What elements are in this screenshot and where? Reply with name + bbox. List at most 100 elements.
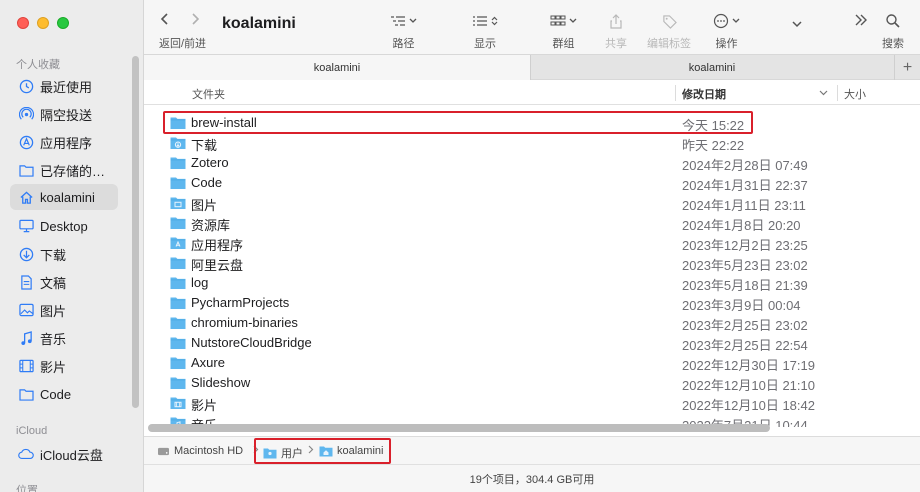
- file-row[interactable]: Axure 2022年12月30日 17:19: [160, 353, 920, 373]
- file-row[interactable]: Slideshow 2022年12月10日 21:10: [160, 373, 920, 393]
- sidebar-item-desktop[interactable]: Desktop: [10, 213, 118, 239]
- column-modified[interactable]: 修改日期: [682, 86, 726, 102]
- back-button[interactable]: [160, 12, 170, 31]
- desktop-icon: [18, 218, 34, 234]
- sidebar: 个人收藏 最近使用 隔空投送 应用程序 已存储的… koalamini Desk…: [0, 0, 144, 492]
- sidebar-item-music[interactable]: 音乐: [10, 325, 118, 351]
- file-row[interactable]: Zotero 2024年2月28日 07:49: [160, 153, 920, 173]
- file-date: 2023年3月9日 00:04: [682, 298, 801, 313]
- sidebar-item-documents[interactable]: 文稿: [10, 269, 118, 295]
- column-name[interactable]: 文件夹: [192, 86, 225, 102]
- file-name: Code: [191, 175, 223, 190]
- clock-icon: [18, 78, 34, 94]
- folder-icon: [170, 356, 186, 373]
- horizontal-scrollbar[interactable]: [148, 424, 770, 432]
- nav-label: 返回/前进: [159, 38, 207, 50]
- tab-koalamini-2[interactable]: koalamini: [531, 55, 893, 80]
- photo-folder-icon: [170, 196, 186, 213]
- window-title: koalamini: [222, 15, 296, 32]
- zoom-window-button[interactable]: [57, 17, 69, 29]
- file-name: Zotero: [191, 155, 229, 170]
- nav-buttons: [160, 12, 200, 31]
- file-row[interactable]: PycharmProjects 2023年3月9日 00:04: [160, 293, 920, 313]
- file-row[interactable]: Code 2024年1月31日 22:37: [160, 173, 920, 193]
- sidebar-section-icloud: iCloud: [16, 425, 48, 437]
- file-row[interactable]: 图片 2024年1月11日 23:11: [160, 193, 920, 213]
- path-button[interactable]: 路径: [390, 12, 417, 51]
- search-icon: [886, 12, 900, 30]
- sidebar-item-home[interactable]: koalamini: [10, 184, 118, 210]
- file-row[interactable]: 应用程序 2023年12月2日 23:25: [160, 233, 920, 253]
- minimize-window-button[interactable]: [37, 17, 49, 29]
- file-row[interactable]: 下载 昨天 22:22: [160, 133, 920, 153]
- document-icon: [18, 274, 34, 290]
- action-button[interactable]: 操作: [713, 12, 740, 51]
- file-date: 2024年2月28日 07:49: [682, 158, 808, 173]
- sidebar-item-applications[interactable]: 应用程序: [10, 129, 118, 155]
- home-icon: [18, 189, 34, 205]
- tab-koalamini-1[interactable]: koalamini: [144, 55, 530, 80]
- file-date: 2023年2月25日 22:54: [682, 338, 808, 353]
- sidebar-item-downloads[interactable]: 下载: [10, 241, 118, 267]
- finder-window: 个人收藏 最近使用 隔空投送 应用程序 已存储的… koalamini Desk…: [0, 0, 920, 492]
- column-divider[interactable]: [837, 85, 838, 101]
- file-name: 阿里云盘: [191, 258, 244, 273]
- file-row[interactable]: 影片 2022年12月10日 18:42: [160, 393, 920, 413]
- highlight-path: [254, 438, 391, 464]
- sidebar-item-code[interactable]: Code: [10, 381, 118, 407]
- file-row[interactable]: 资源库 2024年1月8日 20:20: [160, 213, 920, 233]
- disk-icon: [158, 447, 169, 455]
- plus-icon: +: [902, 58, 913, 76]
- search-button[interactable]: 搜索: [882, 12, 904, 51]
- status-text: 19个项目，304.4 GB可用: [469, 473, 595, 486]
- file-name: PycharmProjects: [191, 295, 290, 310]
- file-date: 昨天 22:22: [682, 138, 745, 153]
- file-name: chromium-binaries: [191, 315, 298, 330]
- file-name: 资源库: [191, 218, 231, 233]
- more-icon: [713, 12, 740, 30]
- path-item-macintosh-hd[interactable]: Macintosh HD: [157, 445, 243, 457]
- view-button[interactable]: 显示: [472, 12, 498, 51]
- download-icon: [18, 246, 34, 262]
- folder-icon: [170, 336, 186, 353]
- sidebar-item-pictures[interactable]: 图片: [10, 297, 118, 323]
- toolbar-overflow-menu[interactable]: [792, 15, 802, 32]
- file-name: Axure: [191, 355, 225, 370]
- sidebar-item-recents[interactable]: 最近使用: [10, 73, 118, 99]
- sidebar-item-movies[interactable]: 影片: [10, 353, 118, 379]
- folder-icon: [170, 296, 186, 313]
- sidebar-item-airdrop[interactable]: 隔空投送: [10, 101, 118, 127]
- path-list-icon: [390, 12, 417, 30]
- column-size[interactable]: 大小: [844, 86, 866, 102]
- file-date: 2023年12月2日 23:25: [682, 238, 808, 253]
- tab-bar: koalamini koalamini +: [144, 54, 920, 80]
- close-window-button[interactable]: [17, 17, 29, 29]
- file-row[interactable]: chromium-binaries 2023年2月25日 23:02: [160, 313, 920, 333]
- add-tab-button[interactable]: +: [894, 55, 920, 80]
- file-row[interactable]: 阿里云盘 2023年5月23日 23:02: [160, 253, 920, 273]
- grid-icon: [550, 12, 577, 30]
- sidebar-item-saved[interactable]: 已存储的…: [10, 157, 118, 183]
- toolbar-more-button[interactable]: [854, 13, 868, 30]
- edit-tags-button[interactable]: 编辑标签: [647, 12, 691, 51]
- file-date: 2023年5月23日 23:02: [682, 258, 808, 273]
- sidebar-scrollbar[interactable]: [132, 56, 139, 408]
- file-name: NutstoreCloudBridge: [191, 335, 312, 350]
- column-divider[interactable]: [675, 85, 676, 101]
- file-row[interactable]: log 2023年5月18日 21:39: [160, 273, 920, 293]
- file-date: 2024年1月8日 20:20: [682, 218, 801, 233]
- sidebar-section-locations: 位置: [16, 485, 38, 492]
- share-button[interactable]: 共享: [605, 12, 627, 51]
- chevron-down-icon: [409, 18, 417, 23]
- tag-icon: [662, 12, 677, 30]
- file-row[interactable]: NutstoreCloudBridge 2023年2月25日 22:54: [160, 333, 920, 353]
- folder-icon: [170, 256, 186, 273]
- file-name: 影片: [191, 398, 218, 413]
- group-button[interactable]: 群组: [550, 12, 577, 51]
- sidebar-item-icloud-drive[interactable]: iCloud云盘: [10, 441, 118, 467]
- file-date: 2022年12月30日 17:19: [682, 358, 815, 373]
- forward-button[interactable]: [190, 12, 200, 31]
- folder-icon: [18, 162, 34, 178]
- file-date: 2022年12月10日 18:42: [682, 398, 815, 413]
- window-controls: [17, 17, 69, 29]
